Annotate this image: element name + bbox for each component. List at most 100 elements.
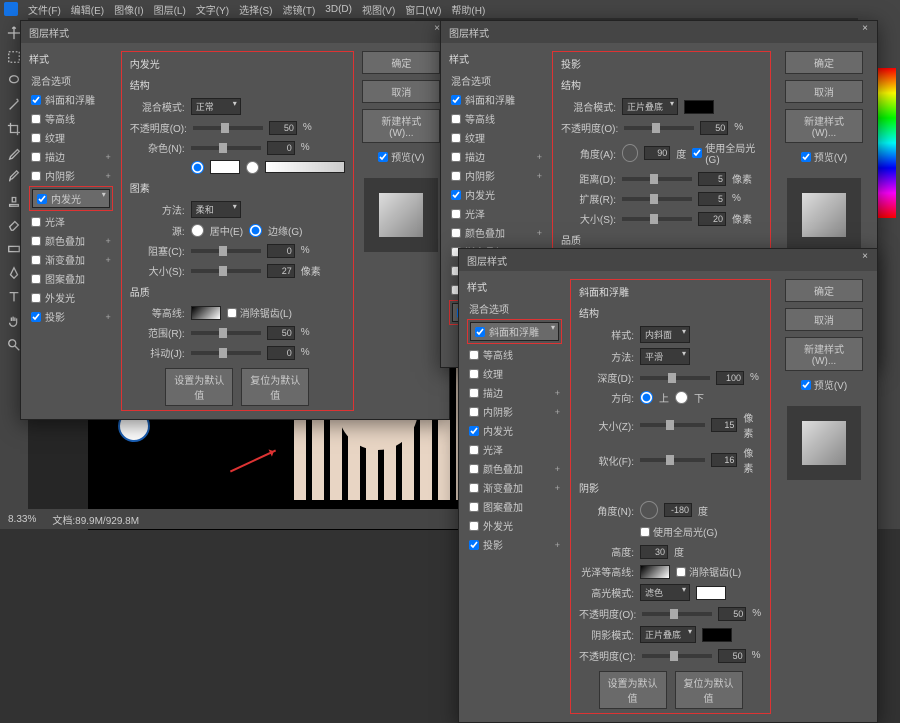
shadow-color[interactable] [702, 628, 732, 642]
gloss-contour[interactable] [640, 565, 670, 579]
h-opacity-input[interactable]: 50 [718, 607, 746, 621]
style-inner-shadow[interactable]: 内阴影+ [29, 167, 113, 184]
opacity-slider[interactable] [624, 126, 694, 130]
source-center[interactable] [191, 224, 204, 237]
close-icon[interactable]: × [857, 23, 873, 39]
cancel-button[interactable]: 取消 [785, 80, 863, 103]
bevel-style-select[interactable]: 内斜面 [640, 326, 690, 343]
menu-type[interactable]: 文字(Y) [192, 2, 233, 17]
ok-button[interactable]: 确定 [785, 51, 863, 74]
blend-mode-select[interactable]: 正常 [191, 98, 241, 115]
noise-input[interactable]: 0 [267, 141, 295, 155]
preview-check[interactable] [801, 152, 811, 162]
shadow-color[interactable] [684, 100, 714, 114]
highlight-mode-select[interactable]: 滤色 [640, 584, 690, 601]
style-satin[interactable]: 光泽 [29, 213, 113, 230]
gradient-picker[interactable] [265, 161, 345, 173]
style-stroke[interactable]: 描边+ [449, 148, 544, 165]
reset-button[interactable]: 复位为默认值 [241, 368, 309, 406]
cancel-button[interactable]: 取消 [362, 80, 440, 103]
jitter-slider[interactable] [191, 351, 261, 355]
size-input[interactable]: 20 [698, 212, 726, 226]
preview-check[interactable] [801, 380, 811, 390]
s-opacity-slider[interactable] [642, 654, 712, 658]
opacity-input[interactable]: 50 [269, 121, 297, 135]
highlight-color[interactable] [696, 586, 726, 600]
style-stroke[interactable]: 描边+ [467, 384, 562, 401]
h-opacity-slider[interactable] [642, 612, 712, 616]
style-drop-shadow[interactable]: 投影+ [467, 536, 562, 553]
style-inner-glow[interactable]: 内发光 [32, 189, 110, 208]
style-gradient-overlay[interactable]: 渐变叠加+ [467, 479, 562, 496]
size-slider[interactable] [622, 217, 692, 221]
ok-button[interactable]: 确定 [362, 51, 440, 74]
style-inner-glow[interactable]: 内发光 [449, 186, 544, 203]
opacity-slider[interactable] [193, 126, 263, 130]
default-button[interactable]: 设置为默认值 [165, 368, 233, 406]
style-contour[interactable]: 等高线 [467, 346, 562, 363]
gradient-radio[interactable] [246, 161, 259, 174]
style-outer-glow[interactable]: 外发光 [467, 517, 562, 534]
opacity-input[interactable]: 50 [700, 121, 728, 135]
cancel-button[interactable]: 取消 [785, 308, 863, 331]
dir-up[interactable] [640, 391, 653, 404]
size-slider[interactable] [191, 269, 261, 273]
dialog-title[interactable]: 图层样式× [21, 21, 449, 43]
blend-mode-select[interactable]: 正片叠底 [622, 98, 678, 115]
new-style-button[interactable]: 新建样式(W)... [362, 109, 440, 143]
depth-input[interactable]: 100 [716, 371, 744, 385]
style-inner-shadow[interactable]: 内阴影+ [449, 167, 544, 184]
ok-button[interactable]: 确定 [785, 279, 863, 302]
menu-image[interactable]: 图像(I) [110, 2, 147, 17]
menu-3d[interactable]: 3D(D) [321, 4, 356, 15]
style-color-overlay[interactable]: 颜色叠加+ [467, 460, 562, 477]
style-bevel[interactable]: 斜面和浮雕 [29, 91, 113, 108]
method-select[interactable]: 柔和 [191, 201, 241, 218]
size-input[interactable]: 27 [267, 264, 295, 278]
angle-dial[interactable] [622, 144, 638, 162]
menu-view[interactable]: 视图(V) [358, 2, 399, 17]
blend-options[interactable]: 混合选项 [449, 72, 544, 89]
angle-dial[interactable] [640, 501, 658, 519]
new-style-button[interactable]: 新建样式(W)... [785, 337, 863, 371]
style-stroke[interactable]: 描边+ [29, 148, 113, 165]
size-input[interactable]: 15 [711, 418, 737, 432]
style-inner-shadow[interactable]: 内阴影+ [467, 403, 562, 420]
soften-slider[interactable] [640, 458, 705, 462]
spread-input[interactable]: 5 [698, 192, 726, 206]
dialog-title[interactable]: 图层样式× [441, 21, 877, 43]
aa-check[interactable] [676, 567, 686, 577]
range-slider[interactable] [191, 331, 261, 335]
style-texture[interactable]: 纹理 [449, 129, 544, 146]
style-color-overlay[interactable]: 颜色叠加+ [449, 224, 544, 241]
range-input[interactable]: 50 [267, 326, 295, 340]
dialog-title[interactable]: 图层样式× [459, 249, 877, 271]
contour-picker[interactable] [191, 306, 221, 320]
close-icon[interactable]: × [857, 251, 873, 267]
menu-help[interactable]: 帮助(H) [447, 2, 489, 17]
reset-button[interactable]: 复位为默认值 [675, 671, 743, 709]
style-bevel[interactable]: 斜面和浮雕 [449, 91, 544, 108]
menu-select[interactable]: 选择(S) [235, 2, 276, 17]
menu-filter[interactable]: 滤镜(T) [279, 2, 320, 17]
aa-check[interactable] [227, 308, 237, 318]
style-inner-glow[interactable]: 内发光 [467, 422, 562, 439]
style-contour[interactable]: 等高线 [29, 110, 113, 127]
style-drop-shadow[interactable]: 投影+ [29, 308, 113, 325]
choke-slider[interactable] [191, 249, 261, 253]
angle-input[interactable]: -180 [664, 503, 692, 517]
zoom-level[interactable]: 8.33% [8, 514, 36, 525]
bevel-method-select[interactable]: 平滑 [640, 348, 690, 365]
style-satin[interactable]: 光泽 [449, 205, 544, 222]
soften-input[interactable]: 16 [711, 453, 737, 467]
global-light-check[interactable] [640, 527, 650, 537]
dir-down[interactable] [675, 391, 688, 404]
preview-check[interactable] [378, 152, 388, 162]
menu-edit[interactable]: 编辑(E) [67, 2, 108, 17]
color-radio[interactable] [191, 161, 204, 174]
shadow-mode-select[interactable]: 正片叠底 [640, 626, 696, 643]
style-contour[interactable]: 等高线 [449, 110, 544, 127]
style-satin[interactable]: 光泽 [467, 441, 562, 458]
spread-slider[interactable] [622, 197, 692, 201]
jitter-input[interactable]: 0 [267, 346, 295, 360]
